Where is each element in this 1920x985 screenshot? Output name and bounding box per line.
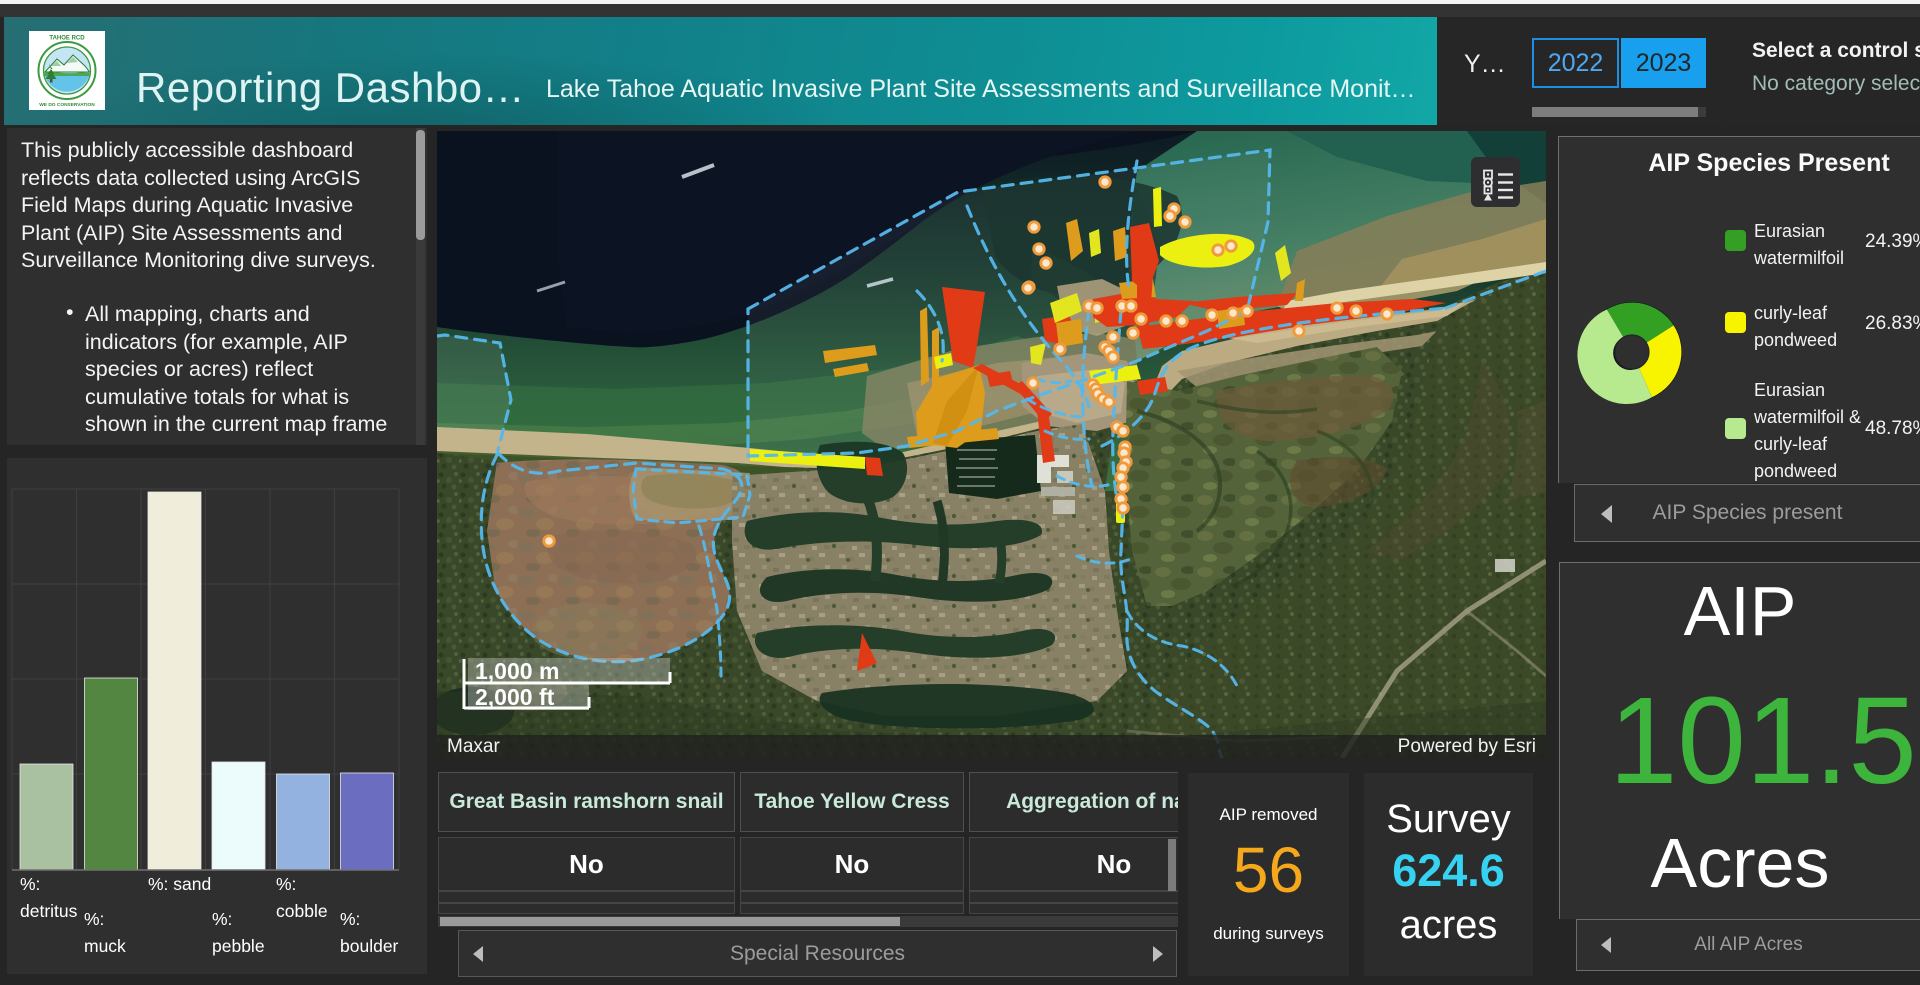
svg-text:%:: %:: [276, 874, 296, 894]
svg-text:muck: muck: [84, 936, 126, 956]
svg-text:%: sand: %: sand: [148, 874, 211, 894]
svg-text:cobble: cobble: [276, 901, 328, 921]
svg-text:2,000 ft: 2,000 ft: [475, 684, 555, 710]
svg-text:TAHOE RCD: TAHOE RCD: [49, 36, 85, 42]
svg-text:Powered by Esri: Powered by Esri: [1398, 736, 1536, 757]
svg-text:WE DO CONSERVATION: WE DO CONSERVATION: [39, 102, 95, 108]
svg-text:%:: %:: [20, 874, 40, 894]
svg-text:1,000 m: 1,000 m: [475, 658, 559, 684]
svg-text:pebble: pebble: [212, 936, 265, 956]
svg-text:%:: %:: [84, 909, 104, 929]
svg-text:Maxar: Maxar: [447, 736, 500, 757]
svg-text:%:: %:: [340, 909, 360, 929]
svg-text:detritus: detritus: [20, 901, 78, 921]
svg-text:boulder: boulder: [340, 936, 399, 956]
svg-text:%:: %:: [212, 909, 232, 929]
